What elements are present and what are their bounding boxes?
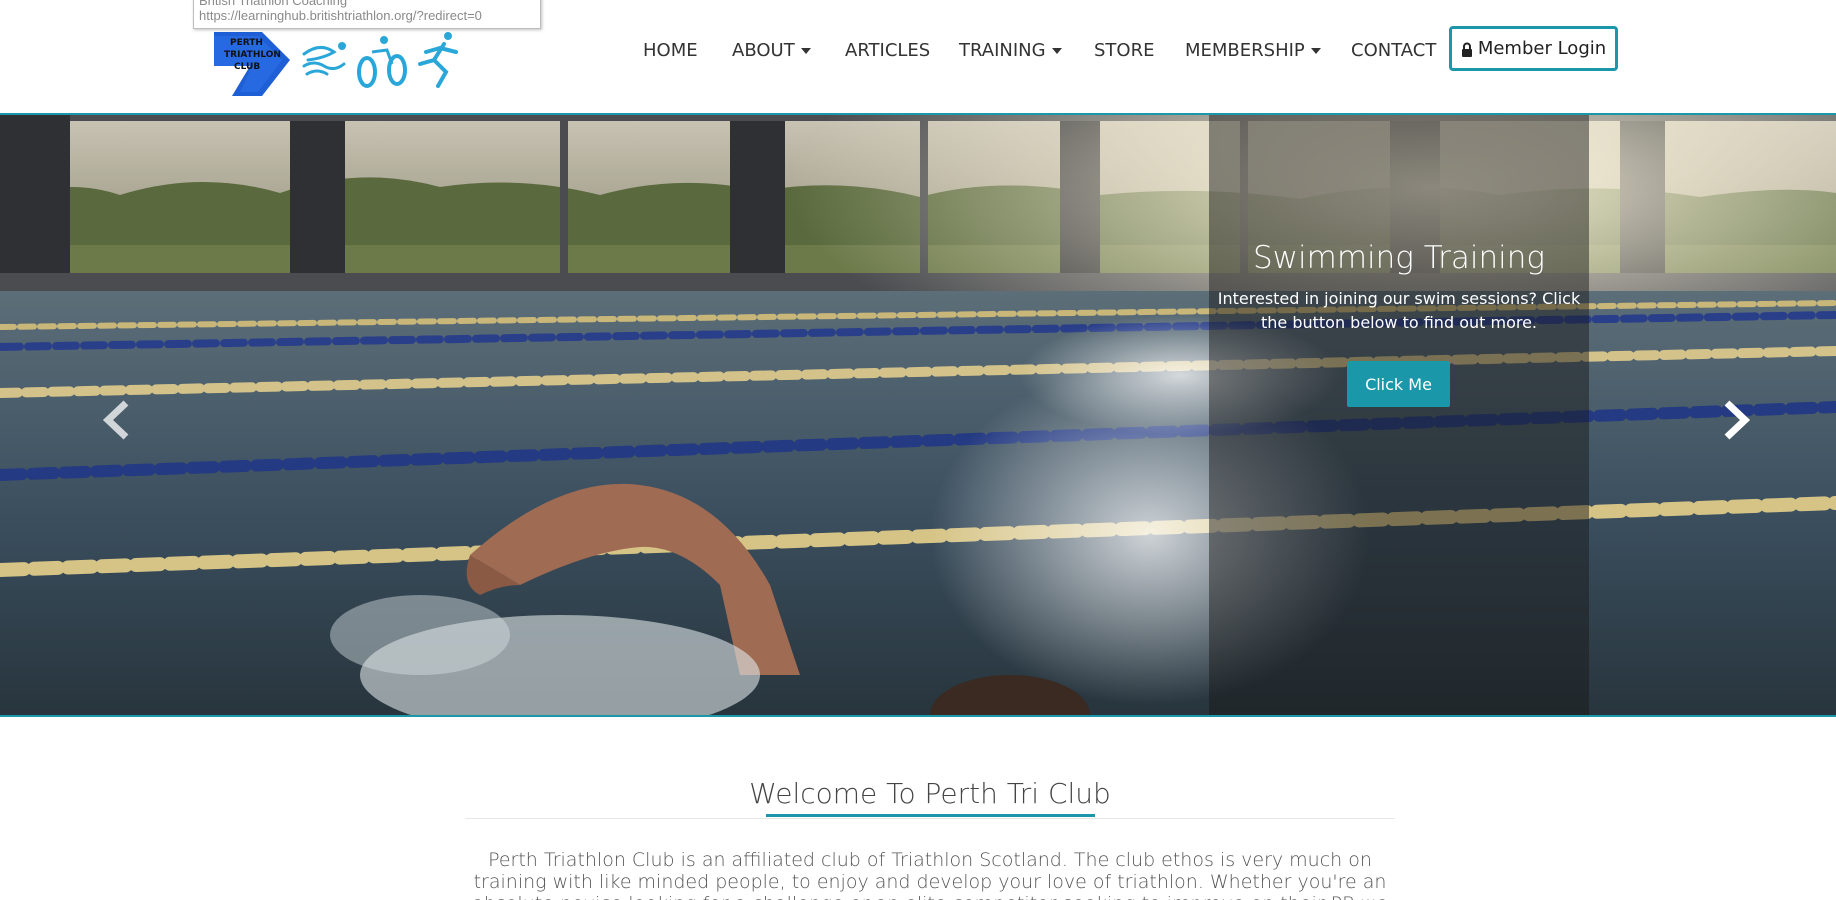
svg-text:CLUB: CLUB (234, 62, 260, 72)
welcome-divider (465, 818, 1395, 819)
nav-home-label: HOME (643, 40, 698, 61)
member-login-button[interactable]: Member Login (1449, 26, 1618, 71)
nav-store[interactable]: STORE (1094, 38, 1154, 64)
lock-icon (1461, 42, 1472, 57)
nav-home[interactable]: HOME (643, 38, 698, 64)
tooltip-url: https://learninghub.britishtriathlon.org… (199, 8, 482, 23)
nav-articles-label: ARTICLES (845, 40, 931, 61)
nav-articles[interactable]: ARTICLES (845, 38, 930, 64)
svg-text:TRIATHLON: TRIATHLON (224, 50, 281, 60)
carousel-next-arrow-icon[interactable] (1715, 395, 1755, 445)
carousel-caption-panel: Swimming Training Interested in joining … (1209, 115, 1589, 715)
link-tooltip: British Triathlon Coaching https://learn… (193, 0, 541, 29)
runner-icon (418, 32, 458, 88)
carousel-prev-arrow-icon[interactable] (98, 395, 138, 445)
welcome-heading-underline (766, 814, 1095, 817)
nav-store-label: STORE (1094, 40, 1155, 61)
nav-contact-label: CONTACT (1351, 40, 1437, 61)
chevron-down-icon (800, 48, 811, 54)
logo-graphic: PERTH TRIATHLON CLUB (214, 32, 458, 96)
club-logo[interactable]: PERTH TRIATHLON CLUB (212, 30, 472, 100)
site-header: PERTH TRIATHLON CLUB British Triathlon C… (0, 0, 1836, 113)
swimmer-icon (302, 42, 346, 76)
nav-about[interactable]: ABOUT (732, 38, 811, 64)
cyclist-icon (357, 36, 407, 88)
carousel-caption-text: Interested in joining our swim sessions?… (1217, 289, 1581, 332)
tooltip-title: British Triathlon Coaching (199, 0, 348, 8)
click-me-button[interactable]: Click Me (1347, 361, 1450, 407)
nav-training[interactable]: TRAINING (959, 38, 1062, 64)
welcome-body-text: Perth Triathlon Club is an affiliated cl… (472, 849, 1388, 900)
hero-carousel: Swimming Training Interested in joining … (0, 113, 1836, 717)
nav-training-label: TRAINING (959, 40, 1046, 61)
nav-about-label: ABOUT (732, 40, 795, 61)
nav-contact[interactable]: CONTACT (1351, 38, 1436, 64)
nav-membership[interactable]: MEMBERSHIP (1185, 38, 1321, 64)
carousel-caption-title: Swimming Training (1252, 240, 1545, 276)
chevron-down-icon (1310, 48, 1321, 54)
svg-text:PERTH: PERTH (230, 38, 263, 48)
welcome-heading: Welcome To Perth Tri Club (749, 777, 1111, 810)
member-login-label: Member Login (1477, 38, 1607, 59)
chevron-down-icon (1051, 48, 1062, 54)
nav-membership-label: MEMBERSHIP (1185, 40, 1305, 61)
